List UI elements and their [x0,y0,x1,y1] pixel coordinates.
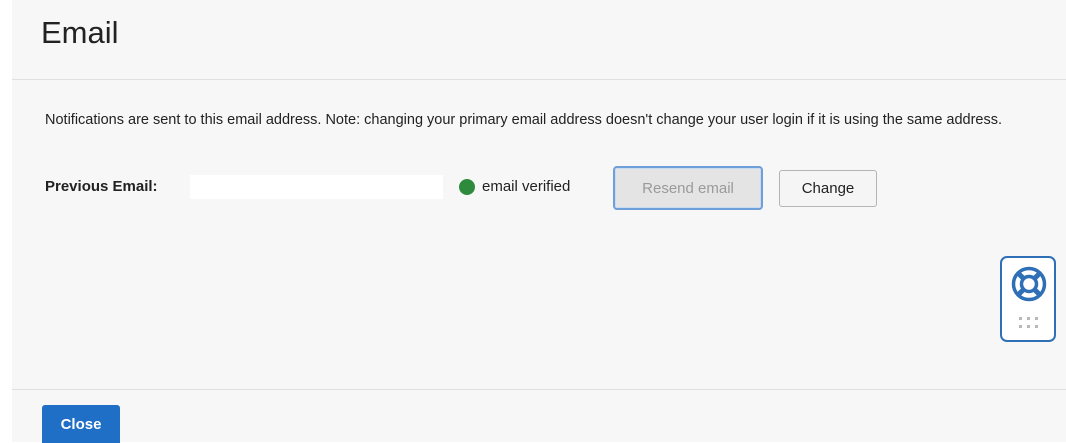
previous-email-label: Previous Email: [45,178,158,195]
help-widget-button[interactable] [1000,256,1056,342]
verification-status: email verified [459,178,570,195]
dialog-header: Email [12,0,1066,80]
dialog-title: Email [41,15,119,50]
dialog-description: Notifications are sent to this email add… [45,112,1003,128]
previous-email-value [190,175,443,199]
email-row: Previous Email: email verified Resend em… [45,166,1045,210]
grip-dots-icon[interactable] [1018,316,1040,330]
verification-status-text: email verified [482,178,571,195]
email-dialog: Email Notifications are sent to this ema… [12,0,1066,443]
change-email-button[interactable]: Change [779,170,877,207]
dialog-footer: Close [12,389,1066,443]
resend-email-button[interactable]: Resend email [613,166,763,210]
verified-status-dot-icon [459,178,475,195]
close-button[interactable]: Close [42,405,120,443]
lifebuoy-icon [1011,266,1047,302]
